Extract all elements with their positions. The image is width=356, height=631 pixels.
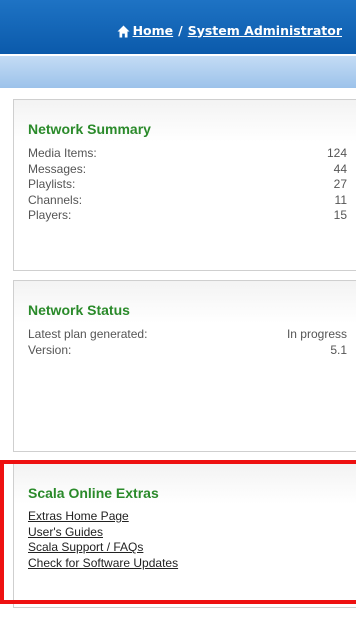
online-extras-panel: Scala Online Extras Extras Home Page Use… bbox=[13, 463, 356, 608]
status-label: Version: bbox=[28, 342, 72, 357]
network-summary-panel: Network Summary Media Items: 124 Message… bbox=[13, 99, 356, 271]
breadcrumb-separator: / bbox=[178, 22, 183, 38]
status-label: Latest plan generated: bbox=[28, 327, 148, 341]
check-software-updates-link[interactable]: Check for Software Updates bbox=[28, 556, 178, 572]
sub-header-bar bbox=[0, 56, 356, 88]
status-value: In progress bbox=[286, 327, 347, 341]
summary-label: Channels: bbox=[28, 192, 83, 207]
support-faqs-link[interactable]: Scala Support / FAQs bbox=[28, 540, 178, 556]
extras-home-page-link[interactable]: Extras Home Page bbox=[28, 509, 178, 525]
online-extras-links: Extras Home Page User's Guides Scala Sup… bbox=[28, 509, 178, 571]
breadcrumb-admin-link[interactable]: System Administrator bbox=[188, 23, 342, 38]
summary-value: 44 bbox=[333, 161, 347, 176]
home-icon bbox=[117, 25, 130, 37]
online-extras-title: Scala Online Extras bbox=[28, 485, 159, 501]
summary-row-playlists: Playlists: 27 bbox=[28, 177, 347, 193]
breadcrumb: Home / System Administrator bbox=[117, 23, 342, 38]
network-status-title: Network Status bbox=[28, 302, 130, 318]
network-summary-title: Network Summary bbox=[28, 121, 151, 137]
summary-value: 124 bbox=[326, 146, 347, 160]
users-guides-link[interactable]: User's Guides bbox=[28, 525, 178, 541]
status-value: 5.1 bbox=[330, 342, 347, 357]
status-row-latest-plan: Latest plan generated: In progress bbox=[28, 327, 347, 343]
network-status-rows: Latest plan generated: In progress Versi… bbox=[28, 327, 347, 358]
page: Home / System Administrator Network Summ… bbox=[0, 0, 356, 631]
summary-label: Players: bbox=[28, 208, 72, 222]
summary-value: 27 bbox=[333, 177, 347, 191]
summary-row-players: Players: 15 bbox=[28, 208, 347, 224]
network-summary-rows: Media Items: 124 Messages: 44 Playlists:… bbox=[28, 146, 347, 224]
summary-label: Playlists: bbox=[28, 177, 76, 191]
summary-row-messages: Messages: 44 bbox=[28, 162, 347, 178]
summary-row-media-items: Media Items: 124 bbox=[28, 146, 347, 162]
breadcrumb-home-link[interactable]: Home bbox=[133, 23, 174, 38]
top-header-bar: Home / System Administrator bbox=[0, 0, 356, 54]
summary-value: 15 bbox=[333, 208, 347, 222]
summary-value: 11 bbox=[334, 192, 347, 207]
summary-row-channels: Channels: 11 bbox=[28, 193, 347, 209]
summary-label: Media Items: bbox=[28, 146, 97, 160]
network-status-panel: Network Status Latest plan generated: In… bbox=[13, 280, 356, 452]
summary-label: Messages: bbox=[28, 161, 87, 176]
status-row-version: Version: 5.1 bbox=[28, 343, 347, 359]
